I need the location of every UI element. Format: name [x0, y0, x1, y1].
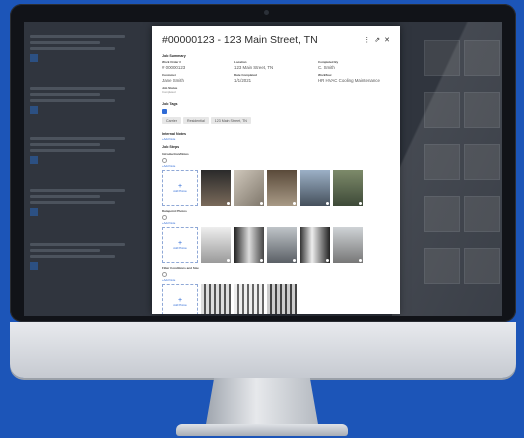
modal-header: #00000123 - 123 Main Street, TN ⋮ ⇗ ✕ [162, 34, 390, 46]
step-photo[interactable] [201, 227, 231, 263]
step-status-circle[interactable] [162, 158, 167, 163]
field-work-order: Work Order # # 00000123 [162, 60, 186, 70]
step-status-circle[interactable] [162, 272, 167, 277]
plus-icon: + [177, 240, 183, 247]
step-label: Filter Conditions and Size [162, 266, 199, 270]
step-photos: + Add Photos [162, 170, 390, 206]
camera-dot [264, 10, 269, 15]
field-location: Location 123 Main Street, TN [234, 60, 274, 70]
step-photo[interactable] [201, 170, 231, 206]
field-date-completed: Date Completed 1/1/2021 [234, 73, 257, 83]
step-status-circle[interactable] [162, 215, 167, 220]
add-photos-button[interactable]: + Add Photos [162, 227, 198, 263]
field-workflow: Workflow HR HVAC Cooling Maintenance [318, 73, 380, 83]
job-summary-fields: Work Order # # 00000123 Location 123 Mai… [162, 60, 390, 94]
job-summary-heading: Job Summary [162, 54, 186, 58]
add-step-note-link[interactable]: +Add Note [162, 164, 390, 168]
step-label: Introduction/Notes [162, 152, 189, 156]
step-photos: + Add Photos [162, 227, 390, 263]
add-internal-note-link[interactable]: +Add Note [162, 137, 390, 141]
tag-chip[interactable]: Carrier [162, 117, 181, 124]
step-photo[interactable] [333, 227, 363, 263]
close-icon[interactable]: ✕ [384, 37, 390, 44]
step-photo[interactable] [234, 170, 264, 206]
monitor-stand-base [176, 424, 348, 436]
step-photos: + Add Photos [162, 284, 390, 314]
field-completed-by: Completed By C. Smith [318, 60, 339, 70]
tag-chip[interactable]: 123 Main Street, TN [210, 117, 251, 124]
job-detail-modal: #00000123 - 123 Main Street, TN ⋮ ⇗ ✕ Jo… [152, 26, 400, 314]
internal-notes-heading: Internal Notes [162, 132, 186, 136]
job-tags-heading: Job Tags [162, 102, 178, 106]
step-photo[interactable] [201, 284, 231, 314]
plus-icon: + [177, 297, 183, 304]
more-icon[interactable]: ⋮ [363, 37, 370, 44]
step-photo[interactable] [267, 170, 297, 206]
job-steps-heading: Job Steps [162, 145, 180, 149]
field-customer: Customer Jane Smith [162, 73, 184, 83]
monitor-chin [10, 322, 516, 378]
add-photos-button[interactable]: + Add Photos [162, 170, 198, 206]
job-tags: Carrier Residential 123 Main Street, TN [162, 117, 390, 124]
step-photo[interactable] [234, 227, 264, 263]
step-photo[interactable] [267, 227, 297, 263]
add-step-note-link[interactable]: +Add Note [162, 278, 390, 282]
add-photos-button[interactable]: + Add Photos [162, 284, 198, 314]
step-photo[interactable] [300, 227, 330, 263]
step-photo[interactable] [267, 284, 297, 314]
export-icon[interactable]: ⇗ [374, 37, 380, 44]
add-step-note-link[interactable]: +Add Note [162, 221, 390, 225]
field-job-status: Job Status Completed [162, 86, 178, 94]
tag-checkbox[interactable] [162, 109, 167, 114]
step-photo[interactable] [234, 284, 264, 314]
tag-chip[interactable]: Residential [182, 117, 209, 124]
plus-icon: + [177, 183, 183, 190]
step-label: Datapoint Photos [162, 209, 187, 213]
monitor-stand-neck [205, 378, 319, 430]
step-photo[interactable] [333, 170, 363, 206]
step-photo[interactable] [300, 170, 330, 206]
screen: #00000123 - 123 Main Street, TN ⋮ ⇗ ✕ Jo… [24, 22, 502, 316]
modal-title: #00000123 - 123 Main Street, TN [162, 34, 318, 46]
